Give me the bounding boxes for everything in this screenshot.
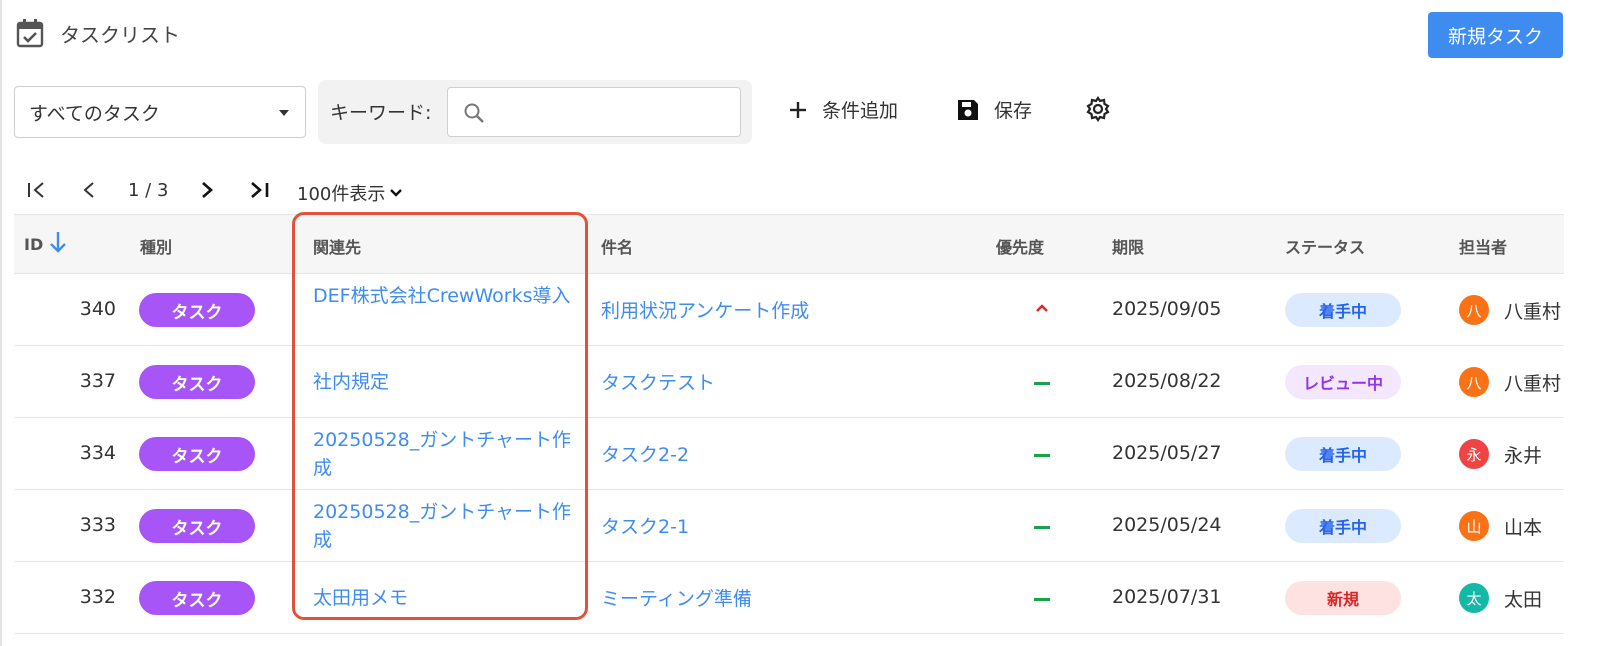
left-border: [0, 0, 2, 646]
view-select-value: すべてのタスク: [29, 102, 160, 125]
status-badge: 着手中: [1285, 509, 1401, 543]
next-page-button[interactable]: [198, 176, 216, 204]
page-title: タスクリスト: [60, 22, 180, 47]
new-task-button[interactable]: 新規タスク: [1428, 12, 1563, 58]
add-condition-button[interactable]: 条件追加: [788, 96, 898, 123]
status-badge: 新規: [1285, 581, 1401, 615]
first-page-button[interactable]: [26, 176, 48, 204]
subject-link[interactable]: ミーティング準備: [601, 584, 752, 611]
subject-link[interactable]: タスクテスト: [601, 368, 715, 395]
save-label: 保存: [994, 100, 1033, 122]
search-icon: [464, 103, 484, 123]
page-header: タスクリスト: [16, 18, 180, 48]
subject-link[interactable]: タスク2-2: [601, 440, 689, 467]
row-id: 334: [79, 442, 116, 464]
gear-icon: [1086, 96, 1110, 122]
priority-high-icon: [1036, 304, 1048, 312]
due-date: 2025/05/27: [1112, 442, 1222, 464]
first-page-icon: [28, 182, 44, 198]
column-due[interactable]: 期限: [1112, 234, 1144, 258]
keyword-label: キーワード:: [330, 102, 432, 124]
column-assignee[interactable]: 担当者: [1459, 234, 1507, 258]
row-id: 332: [79, 586, 116, 608]
assignee-name: 八重村: [1504, 301, 1562, 323]
avatar: 八: [1459, 367, 1489, 397]
column-type[interactable]: 種別: [140, 234, 172, 258]
last-page-button[interactable]: [248, 176, 272, 204]
add-condition-label: 条件追加: [822, 100, 899, 122]
status-badge: レビュー中: [1285, 365, 1401, 399]
calendar-check-icon: [16, 19, 44, 48]
caret-down-icon: [279, 110, 289, 116]
sort-down-icon: [50, 232, 67, 253]
column-priority[interactable]: 優先度: [996, 234, 1044, 258]
due-date: 2025/08/22: [1112, 370, 1222, 392]
avatar: 太: [1459, 583, 1489, 613]
priority-normal-icon: [1034, 454, 1050, 457]
priority-normal-icon: [1034, 382, 1050, 385]
view-select[interactable]: すべてのタスク: [14, 86, 306, 138]
assignee-name: 山本: [1504, 517, 1543, 539]
keyword-input[interactable]: [447, 87, 741, 137]
avatar: 山: [1459, 511, 1489, 541]
avatar: 八: [1459, 295, 1489, 325]
due-date: 2025/09/05: [1112, 298, 1222, 320]
due-date: 2025/07/31: [1112, 586, 1222, 608]
column-status[interactable]: ステータス: [1285, 234, 1365, 258]
last-page-icon: [251, 182, 269, 198]
row-id: 337: [79, 370, 116, 392]
chevron-down-icon: [390, 189, 403, 197]
save-button[interactable]: 保存: [956, 96, 1032, 123]
chevron-right-icon: [202, 182, 213, 198]
column-id-label: ID: [24, 234, 44, 254]
assignee-name: 八重村: [1504, 373, 1562, 395]
type-badge: タスク: [139, 437, 255, 471]
type-badge: タスク: [139, 293, 255, 327]
per-page-select[interactable]: 100件表示: [297, 180, 404, 206]
status-badge: 着手中: [1285, 437, 1401, 471]
page-indicator: 1 / 3: [128, 180, 169, 201]
assignee-name: 太田: [1504, 589, 1543, 611]
type-badge: タスク: [139, 581, 255, 615]
save-icon: [958, 99, 978, 120]
row-id: 333: [79, 514, 116, 536]
subject-link[interactable]: 利用状況アンケート作成: [601, 296, 809, 323]
column-id[interactable]: ID: [24, 232, 67, 254]
prev-page-button[interactable]: [80, 176, 98, 204]
settings-button[interactable]: [1085, 96, 1125, 122]
row-id: 340: [79, 298, 116, 320]
status-badge: 着手中: [1285, 293, 1401, 327]
assignee-name: 永井: [1504, 445, 1543, 467]
column-subject[interactable]: 件名: [601, 234, 633, 258]
plus-icon: [790, 101, 806, 118]
chevron-left-icon: [83, 182, 94, 198]
priority-normal-icon: [1034, 598, 1050, 601]
due-date: 2025/05/24: [1112, 514, 1222, 536]
subject-link[interactable]: タスク2-1: [601, 512, 689, 539]
avatar: 永: [1459, 439, 1489, 469]
type-badge: タスク: [139, 365, 255, 399]
per-page-value: 100件表示: [297, 184, 386, 205]
priority-normal-icon: [1034, 526, 1050, 529]
type-badge: タスク: [139, 509, 255, 543]
related-column-highlight: [292, 212, 588, 620]
